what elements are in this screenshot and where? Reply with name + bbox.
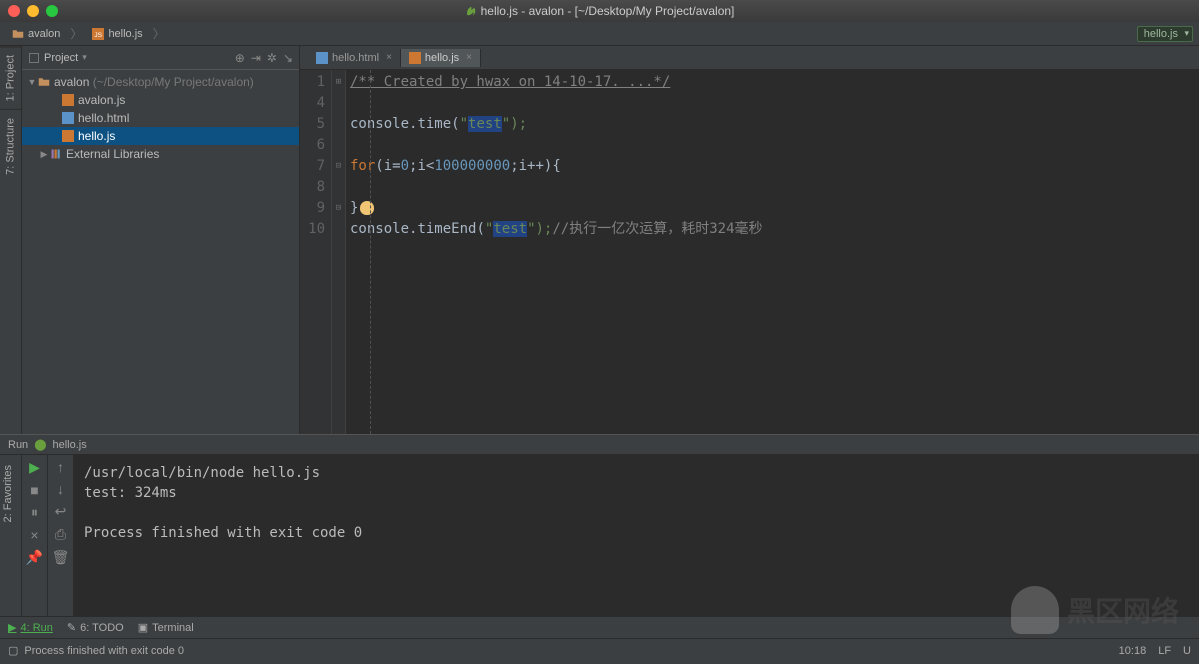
status-icon[interactable]: ▢ [8,644,18,657]
tree-root-path: (~/Desktop/My Project/avalon) [93,75,254,89]
editor: hello.html × hello.js × 1 4 5 6 7 8 9 10… [300,46,1199,434]
run-label: Run [8,439,28,451]
html-icon [316,52,328,64]
run-target: hello.js [53,439,87,451]
todo-icon: ✎ [67,621,76,634]
tool-window-tab-favorites[interactable]: 2: Favorites [0,455,21,532]
wrap-icon[interactable]: ↩ [55,503,67,520]
status-bar: ▢ Process finished with exit code 0 10:1… [0,638,1199,662]
stop-icon[interactable]: ■ [30,482,38,498]
tool-window-run[interactable]: ▶ 4: Run [8,621,53,634]
fold-icon[interactable]: ⊟ [332,156,345,177]
chevron-down-icon[interactable]: ▼ [26,77,38,87]
breadcrumb-item[interactable]: JS hello.js [86,26,148,42]
pause-icon[interactable]: ⏸ [31,504,38,521]
chevron-right-icon: 〉 [153,25,165,42]
project-icon [28,52,40,64]
project-sidebar: Project ▾ ⊕ ⇥ ✲ ↘ ▼ avalon (~/Desktop/My… [22,46,300,434]
fold-gutter: ⊞ ⊟ ⊟ [332,70,346,434]
titlebar: hello.js - avalon - [~/Desktop/My Projec… [0,0,1199,22]
print-icon[interactable]: ⎙ [55,526,66,543]
folder-icon [12,28,24,40]
folder-icon [38,76,50,88]
breadcrumb-bar: avalon 〉 JS hello.js 〉 hello.js [0,22,1199,46]
chevron-right-icon[interactable]: ▶ [38,149,50,160]
leaf-icon [465,6,477,18]
fold-icon[interactable]: ⊞ [332,72,345,93]
play-icon: ▶ [8,621,16,634]
run-left-gutter: 2: Favorites [0,455,22,616]
main-area: 1: Project 7: Structure Project ▾ ⊕ ⇥ ✲ … [0,46,1199,434]
intention-bulb-icon[interactable] [360,201,374,215]
chevron-right-icon: 〉 [70,25,82,42]
breadcrumb: avalon 〉 JS hello.js 〉 [6,25,165,42]
run-panel-header: Run ⬤ hello.js [0,435,1199,455]
tab-label: hello.html [332,52,379,64]
tool-window-todo[interactable]: ✎ 6: TODO [67,621,124,634]
tab-label: hello.js [425,52,459,64]
hide-icon[interactable]: ↘ [283,51,293,65]
tool-window-tab-project[interactable]: 1: Project [0,46,21,109]
close-icon[interactable]: × [466,52,472,63]
tree-file-label: hello.js [78,129,115,143]
editor-tab[interactable]: hello.js × [401,49,481,67]
clear-icon[interactable]: 🗑 [52,549,70,566]
svg-text:JS: JS [95,32,103,39]
editor-tabs: hello.html × hello.js × [300,46,1199,70]
js-icon [62,130,74,142]
tool-window-tab-structure[interactable]: 7: Structure [0,109,21,183]
close-icon[interactable]: × [30,527,38,543]
down-icon[interactable]: ↓ [57,481,64,497]
fold-icon[interactable]: ⊟ [332,198,345,219]
run-config-label: hello.js [1144,28,1178,40]
chevron-down-icon[interactable]: ▾ [82,52,87,63]
collapse-icon[interactable]: ⇥ [251,51,261,65]
encoding[interactable]: U [1183,645,1191,657]
tree-file[interactable]: hello.js [22,127,299,145]
tree-file[interactable]: avalon.js [22,91,299,109]
run-toolbar-col2: ↑ ↓ ↩ ⎙ 🗑 [48,455,74,616]
close-icon[interactable]: × [386,52,392,63]
tool-window-terminal[interactable]: ▣ Terminal [138,621,194,634]
run-panel: Run ⬤ hello.js 2: Favorites ▶ ■ ⏸ × 📌 ↑ … [0,434,1199,616]
tree-root-label: avalon [54,75,89,89]
code-area[interactable]: 1 4 5 6 7 8 9 10 ⊞ ⊟ ⊟ /** Created by hw… [300,70,1199,434]
terminal-icon: ▣ [138,621,148,634]
left-gutter: 1: Project 7: Structure [0,46,22,434]
status-message: Process finished with exit code 0 [24,645,184,657]
library-icon [50,148,62,160]
tree-file-label: avalon.js [78,93,125,107]
cursor-position[interactable]: 10:18 [1119,645,1147,657]
breadcrumb-label: avalon [28,28,60,40]
sidebar-title: Project [44,52,78,64]
run-toolbar-col1: ▶ ■ ⏸ × 📌 [22,455,48,616]
editor-tab[interactable]: hello.html × [308,49,401,67]
code-text[interactable]: /** Created by hwax on 14-10-17. ...*/ c… [346,70,1199,434]
window-title: hello.js - avalon - [~/Desktop/My Projec… [0,4,1199,18]
up-icon[interactable]: ↑ [57,459,64,475]
js-icon [409,52,421,64]
sidebar-header: Project ▾ ⊕ ⇥ ✲ ↘ [22,46,299,70]
pin-icon[interactable]: 📌 [26,549,43,566]
line-gutter: 1 4 5 6 7 8 9 10 [300,70,332,434]
breadcrumb-label: hello.js [108,28,142,40]
tree-root[interactable]: ▼ avalon (~/Desktop/My Project/avalon) [22,73,299,91]
html-icon [62,112,74,124]
js-icon: JS [92,28,104,40]
bottom-toolbar: ▶ 4: Run ✎ 6: TODO ▣ Terminal [0,616,1199,638]
locate-icon[interactable]: ⊕ [235,51,245,65]
breadcrumb-item[interactable]: avalon [6,26,66,42]
project-tree: ▼ avalon (~/Desktop/My Project/avalon) a… [22,70,299,166]
line-separator[interactable]: LF [1158,645,1171,657]
indent-guide [370,70,371,434]
tree-file-label: hello.html [78,111,129,125]
tree-libraries[interactable]: ▶ External Libraries [22,145,299,163]
gear-icon[interactable]: ✲ [267,51,277,65]
rerun-icon[interactable]: ▶ [29,459,40,476]
run-config-selector[interactable]: hello.js [1137,26,1193,42]
tree-libraries-label: External Libraries [66,147,159,161]
js-icon [62,94,74,106]
run-output[interactable]: /usr/local/bin/node hello.js test: 324ms… [74,455,1199,616]
tree-file[interactable]: hello.html [22,109,299,127]
